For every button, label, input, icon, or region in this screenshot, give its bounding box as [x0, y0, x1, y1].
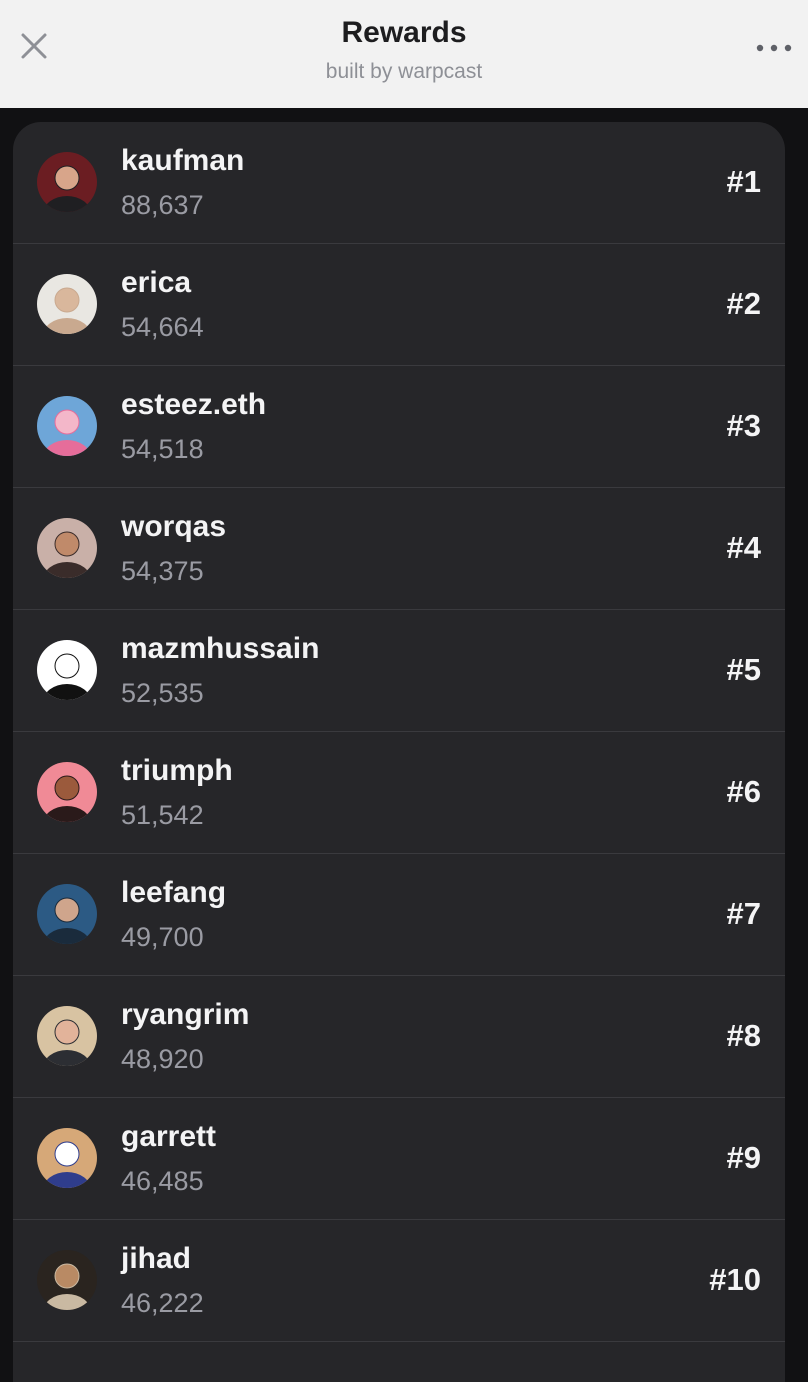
username[interactable]: garrett	[121, 1120, 216, 1154]
reward-score: 54,664	[121, 312, 204, 342]
reward-score: 46,222	[121, 1288, 204, 1318]
avatar[interactable]	[37, 640, 97, 700]
leaderboard-row[interactable]: mazmhussain 52,535 #5	[13, 610, 785, 732]
username[interactable]: triumph	[121, 754, 233, 788]
reward-score: 51,542	[121, 800, 204, 830]
reward-score: 54,375	[121, 556, 204, 586]
leaderboard-row[interactable]: erica 54,664 #2	[13, 244, 785, 366]
leaderboard-row[interactable]: garrett 46,485 #9	[13, 1098, 785, 1220]
rank-label: #7	[726, 896, 761, 931]
rank-label: #1	[726, 164, 761, 199]
top-bar: Rewards built by warpcast	[0, 0, 808, 108]
username[interactable]: esteez.eth	[121, 388, 266, 422]
avatar[interactable]	[37, 1006, 97, 1066]
rank-label: #3	[726, 408, 761, 443]
page-title: Rewards	[341, 16, 467, 49]
username[interactable]: worqas	[121, 510, 226, 544]
reward-score: 49,700	[121, 922, 204, 952]
username[interactable]: leefang	[121, 876, 226, 910]
leaderboard-row[interactable]: worqas 54,375 #4	[13, 488, 785, 610]
rank-label: #8	[726, 1018, 761, 1053]
reward-score: 48,920	[121, 1044, 204, 1074]
rank-label: #9	[726, 1140, 761, 1175]
page-subtitle: built by warpcast	[325, 60, 483, 83]
leaderboard-list: kaufman 88,637 #1 erica 54,664 #2 esteez.eth 54…	[13, 122, 785, 1382]
reward-score: 52,535	[121, 678, 204, 708]
username[interactable]: mazmhussain	[121, 632, 319, 666]
more-options-button[interactable]	[748, 28, 800, 68]
leaderboard-row[interactable]: ryangrim 48,920 #8	[13, 976, 785, 1098]
avatar[interactable]	[37, 1128, 97, 1188]
avatar[interactable]	[37, 518, 97, 578]
username[interactable]: kaufman	[121, 144, 244, 178]
username[interactable]: erica	[121, 266, 191, 300]
username[interactable]: ryangrim	[121, 998, 249, 1032]
reward-score: 88,637	[121, 190, 204, 220]
more-horizontal-icon	[756, 44, 792, 52]
avatar[interactable]	[37, 1250, 97, 1310]
avatar[interactable]	[37, 396, 97, 456]
avatar[interactable]	[37, 762, 97, 822]
leaderboard-row[interactable]: triumph 51,542 #6	[13, 732, 785, 854]
leaderboard-row[interactable]: kaufman 88,637 #1	[13, 122, 785, 244]
reward-score: 46,485	[121, 1166, 204, 1196]
leaderboard-row[interactable]: leefang 49,700 #7	[13, 854, 785, 976]
rank-label: #5	[726, 652, 761, 687]
avatar[interactable]	[37, 884, 97, 944]
rank-label: #4	[726, 530, 761, 565]
reward-score: 54,518	[121, 434, 204, 464]
rank-label: #6	[726, 774, 761, 809]
rank-label: #2	[726, 286, 761, 321]
leaderboard-row[interactable]: esteez.eth 54,518 #3	[13, 366, 785, 488]
username[interactable]: jihad	[121, 1242, 191, 1276]
rank-label: #10	[709, 1262, 761, 1297]
avatar[interactable]	[37, 152, 97, 212]
leaderboard-row[interactable]: jihad 46,222 #10	[13, 1220, 785, 1342]
avatar[interactable]	[37, 274, 97, 334]
